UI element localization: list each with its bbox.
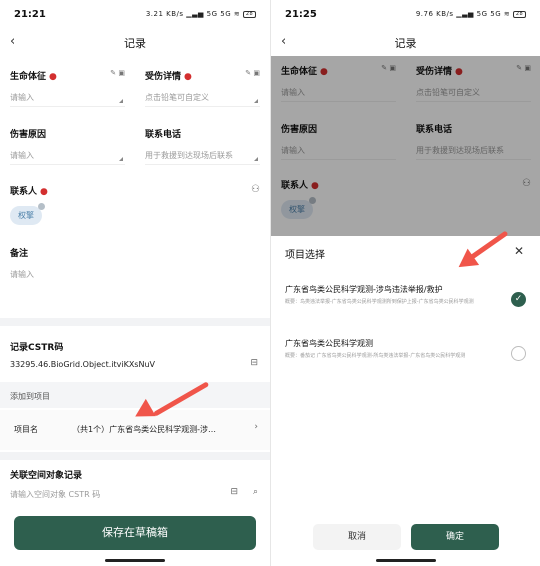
section-divider	[0, 318, 270, 326]
status-icons: 3.21 KB/s ▁▃▅ 5G 5G ≋ 28	[146, 10, 256, 18]
status-bar: 21:21 3.21 KB/s ▁▃▅ 5G 5G ≋ 28	[14, 9, 256, 23]
required-dot: ●	[184, 72, 192, 82]
field-tools: ✎ ▣	[110, 69, 125, 77]
phone-field[interactable]: 联系电话 用于救援到达现场后联系	[145, 127, 260, 165]
notes-input[interactable]: 请输入	[10, 269, 260, 280]
nav-bar: ‹ 记录	[0, 30, 270, 56]
resize-handle-icon[interactable]	[119, 99, 123, 103]
injury-detail-field[interactable]: 受伤详情 ● ✎ ▣ 点击铅笔可自定义	[145, 69, 260, 107]
network-speed: 9.76 KB/s	[415, 10, 454, 18]
spatial-record-label: 关联空间对象记录	[10, 471, 83, 481]
contact-chip[interactable]: 权擎	[10, 203, 45, 225]
injury-cause-label: 伤害原因	[10, 130, 47, 140]
vital-signs-input[interactable]: 请输入	[10, 92, 125, 103]
pencil-icon[interactable]: ✎	[245, 69, 251, 77]
phone-input[interactable]: 用于救援到达现场后联系	[145, 150, 260, 161]
wifi-icon: ≋	[233, 10, 241, 18]
notes-label: 备注	[10, 249, 29, 259]
left-screen: 21:21 3.21 KB/s ▁▃▅ 5G 5G ≋ 28 ‹ 记录 生命体征…	[0, 0, 270, 566]
status-icons: 9.76 KB/s ▁▃▅ 5G 5G ≋ 28	[416, 10, 526, 18]
home-indicator	[375, 559, 436, 562]
copy-icon[interactable]: ⊟	[250, 358, 258, 368]
project-select-sheet: 项目选择 ✕ 广东省鸟类公民科学观测-涉鸟违法举报/救护 概要：鸟类违法举报-广…	[271, 236, 540, 566]
close-icon[interactable]: ✕	[514, 244, 524, 258]
wifi-icon: ≋	[503, 10, 511, 18]
add-to-project-label: 添加到项目	[10, 392, 50, 401]
search-icon[interactable]: ⌕	[253, 487, 258, 497]
vital-signs-label: 生命体征	[10, 72, 47, 82]
status-bar: 21:25 9.76 KB/s ▁▃▅ 5G 5G ≋ 28	[285, 9, 526, 23]
battery-icon: 28	[243, 10, 256, 18]
project-option-title: 广东省鸟类公民科学观测-涉鸟违法举报/救护	[285, 285, 443, 294]
pencil-icon[interactable]: ✎	[110, 69, 116, 77]
sheet-title: 项目选择	[285, 250, 325, 261]
project-name-value: （共1个）广东省鸟类公民科学观测-涉…	[72, 425, 216, 434]
spatial-record-input[interactable]: 请输入空间对象 CSTR 码	[10, 489, 100, 500]
resize-handle-icon[interactable]	[119, 157, 123, 161]
notes-field[interactable]: 备注 请输入	[10, 246, 260, 280]
nav-bar: ‹ 记录	[271, 30, 540, 56]
contact-label: 联系人	[10, 187, 38, 197]
add-contact-icon[interactable]: ⚇	[251, 184, 260, 195]
network-speed: 3.21 KB/s	[145, 10, 184, 18]
contact-field: 联系人 ● ⚇	[10, 184, 260, 197]
network-label: 5G 5G	[476, 10, 502, 18]
check-selected-icon[interactable]: ✓	[511, 292, 526, 307]
vital-signs-field[interactable]: 生命体征 ● ✎ ▣ 请输入	[10, 69, 125, 107]
injury-detail-input[interactable]: 点击铅笔可自定义	[145, 92, 260, 103]
cstr-label: 记录CSTR码	[10, 343, 64, 353]
page-title: 记录	[394, 37, 417, 50]
status-time: 21:21	[14, 9, 46, 20]
section-divider	[0, 452, 270, 460]
network-label: 5G 5G	[206, 10, 232, 18]
divider	[10, 164, 125, 165]
battery-icon: 28	[513, 10, 526, 18]
home-indicator	[105, 559, 165, 562]
modal-backdrop[interactable]	[271, 56, 540, 236]
remove-chip-icon[interactable]	[38, 203, 45, 210]
save-draft-button[interactable]: 保存在草稿箱	[14, 516, 256, 550]
page-title: 记录	[124, 37, 146, 50]
field-tools: ✎ ▣	[245, 69, 260, 77]
project-option-title: 广东省鸟类公民科学观测	[285, 339, 373, 348]
divider	[145, 106, 260, 107]
confirm-button[interactable]: 确定	[411, 524, 499, 550]
project-option-desc: 概要：鸟类违法举报-广东省鸟类公民科学观测所到保护上报-广东省鸟类公民科学观测	[285, 299, 474, 305]
right-screen: 21:25 9.76 KB/s ▁▃▅ 5G 5G ≋ 28 ‹ 记录 生命体征…	[270, 0, 540, 566]
project-name-label: 项目名	[14, 425, 38, 434]
status-time: 21:25	[285, 9, 317, 20]
required-dot: ●	[49, 72, 57, 82]
clipboard-icon[interactable]: ▣	[253, 69, 260, 77]
injury-detail-label: 受伤详情	[145, 72, 182, 82]
cstr-value: 33295.46.BioGrid.Object.itviKXsNuV	[10, 360, 155, 369]
resize-handle-icon[interactable]	[254, 99, 258, 103]
phone-label: 联系电话	[145, 130, 182, 140]
scan-icon[interactable]: ⊟	[230, 487, 238, 497]
divider	[145, 164, 260, 165]
resize-handle-icon[interactable]	[254, 157, 258, 161]
project-option[interactable]: 广东省鸟类公民科学观测 概要：番茄记 广东省鸟类公民科学观测-所鸟类违法举报-广…	[285, 338, 526, 361]
contact-chip-label: 权擎	[18, 211, 34, 220]
required-dot: ●	[40, 187, 48, 197]
injury-cause-field[interactable]: 伤害原因 请输入	[10, 127, 125, 165]
signal-icon: ▁▃▅	[186, 10, 204, 18]
cancel-button[interactable]: 取消	[313, 524, 401, 550]
signal-icon: ▁▃▅	[456, 10, 474, 18]
project-option[interactable]: 广东省鸟类公民科学观测-涉鸟违法举报/救护 概要：鸟类违法举报-广东省鸟类公民科…	[285, 284, 526, 307]
clipboard-icon[interactable]: ▣	[118, 69, 125, 77]
check-unselected-icon[interactable]	[511, 346, 526, 361]
divider	[10, 106, 125, 107]
injury-cause-input[interactable]: 请输入	[10, 150, 125, 161]
project-option-desc: 概要：番茄记 广东省鸟类公民科学观测-所鸟类违法举报-广东省鸟类公民科学观测	[285, 353, 466, 359]
chevron-right-icon: ›	[254, 422, 258, 432]
